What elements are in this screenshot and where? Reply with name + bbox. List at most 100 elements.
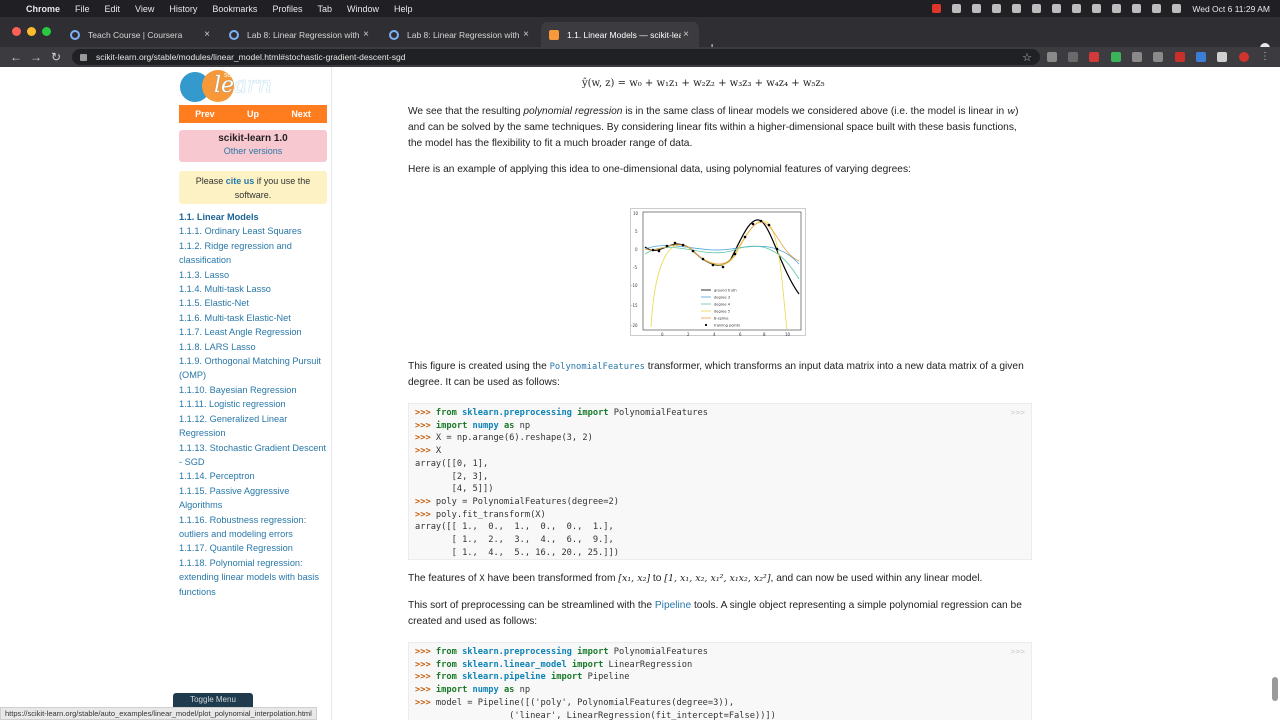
text: have been transformed from bbox=[484, 573, 619, 584]
cite-us-link[interactable]: cite us bbox=[226, 176, 255, 186]
ytick: 0 bbox=[635, 247, 638, 252]
wifi-icon[interactable] bbox=[1112, 4, 1122, 13]
battery-icon[interactable] bbox=[1092, 4, 1102, 13]
toc-item[interactable]: 1.1.3. Lasso bbox=[179, 268, 329, 282]
prev-link[interactable]: Prev bbox=[195, 109, 215, 119]
extension-icon[interactable] bbox=[1132, 52, 1142, 62]
close-tab-icon[interactable]: × bbox=[202, 29, 212, 40]
page-scrollbar[interactable] bbox=[1272, 677, 1278, 701]
address-bar[interactable]: scikit-learn.org/stable/modules/linear_m… bbox=[72, 49, 1040, 65]
toc-item[interactable]: 1.1.8. LARS Lasso bbox=[179, 340, 329, 354]
zoom-window-button[interactable] bbox=[42, 27, 51, 36]
toc-item[interactable]: 1.1.14. Perceptron bbox=[179, 469, 329, 483]
toc-item[interactable]: 1.1.2. Ridge regression and classificati… bbox=[179, 239, 329, 268]
toggle-menu-button[interactable]: Toggle Menu bbox=[173, 693, 253, 707]
next-link[interactable]: Next bbox=[291, 109, 311, 119]
extension-icon[interactable] bbox=[1153, 52, 1163, 62]
menu-tab[interactable]: Tab bbox=[317, 4, 332, 14]
close-tab-icon[interactable]: × bbox=[681, 29, 691, 40]
menu-history[interactable]: History bbox=[169, 4, 197, 14]
extension-icon[interactable] bbox=[1068, 52, 1078, 62]
polynomial-interpolation-figure[interactable]: 10 5 0 -5 -10 -15 -20 0 2 4 6 8 10 groun… bbox=[630, 208, 806, 337]
code-text: X bbox=[435, 446, 442, 457]
toc-item[interactable]: 1.1.9. Orthogonal Matching Pursuit (OMP) bbox=[179, 354, 329, 383]
menu-chrome[interactable]: Chrome bbox=[26, 4, 60, 14]
close-window-button[interactable] bbox=[12, 27, 21, 36]
sync-icon[interactable] bbox=[992, 4, 1002, 13]
minimize-window-button[interactable] bbox=[27, 27, 36, 36]
code-line: [4, 5]]) bbox=[415, 483, 1025, 496]
close-tab-icon[interactable]: × bbox=[361, 29, 371, 40]
extension-icon[interactable] bbox=[1047, 52, 1057, 62]
dropbox-icon[interactable] bbox=[1012, 4, 1022, 13]
back-icon[interactable]: ← bbox=[6, 50, 26, 64]
scikit-learn-logo[interactable]: scikit learn bbox=[180, 70, 272, 104]
tab-lab8-a[interactable]: Lab 8: Linear Regression with × bbox=[221, 22, 379, 47]
other-versions-link[interactable]: Other versions bbox=[179, 146, 327, 156]
up-link[interactable]: Up bbox=[247, 109, 259, 119]
toc-item[interactable]: 1.1.1. Ordinary Least Squares bbox=[179, 224, 329, 238]
reload-icon[interactable]: ↻ bbox=[46, 50, 66, 64]
code-prompt: >>> bbox=[415, 659, 436, 670]
polynomialfeatures-link[interactable]: PolynomialFeatures bbox=[550, 362, 645, 372]
extension-icon[interactable] bbox=[1111, 52, 1121, 62]
menu-file[interactable]: File bbox=[75, 4, 90, 14]
forward-icon[interactable]: → bbox=[26, 50, 46, 64]
tab-lab8-b[interactable]: Lab 8: Linear Regression with × bbox=[381, 22, 539, 47]
toc-item[interactable]: 1.1. Linear Models bbox=[179, 210, 329, 224]
clock-icon[interactable] bbox=[1032, 4, 1042, 13]
toc-item[interactable]: 1.1.6. Multi-task Elastic-Net bbox=[179, 311, 329, 325]
code-line: >>> from sklearn.linear_model import Lin… bbox=[415, 659, 1025, 672]
menu-bookmarks[interactable]: Bookmarks bbox=[212, 4, 257, 14]
toc-item[interactable]: 1.1.15. Passive Aggressive Algorithms bbox=[179, 484, 329, 513]
toc-item[interactable]: 1.1.16. Robustness regression: outliers … bbox=[179, 513, 329, 542]
copy-prompt-toggle[interactable]: >>> bbox=[1011, 646, 1025, 659]
toc-item[interactable]: 1.1.11. Logistic regression bbox=[179, 397, 329, 411]
profile-avatar[interactable] bbox=[1239, 52, 1249, 62]
menu-view[interactable]: View bbox=[135, 4, 154, 14]
code-block-pipeline[interactable]: >>> >>> from sklearn.preprocessing import… bbox=[408, 642, 1032, 720]
toc-item[interactable]: 1.1.18. Polynomial regression: extending… bbox=[179, 556, 329, 599]
bookmark-star-icon[interactable]: ☆ bbox=[1022, 51, 1032, 64]
code-keyword: import bbox=[577, 647, 609, 657]
tab-linear-models[interactable]: 1.1. Linear Models — scikit-lear × bbox=[541, 22, 699, 47]
screen-icon[interactable] bbox=[952, 4, 962, 13]
record-icon[interactable] bbox=[932, 4, 942, 13]
coursera-favicon-icon bbox=[229, 29, 239, 40]
close-tab-icon[interactable]: × bbox=[521, 29, 531, 40]
menu-edit[interactable]: Edit bbox=[105, 4, 121, 14]
link-status-bar: https://scikit-learn.org/stable/auto_exa… bbox=[0, 707, 317, 720]
volume-icon[interactable] bbox=[1072, 4, 1082, 13]
extension-icon[interactable] bbox=[1175, 52, 1185, 62]
pipeline-link[interactable]: Pipeline bbox=[655, 600, 691, 611]
code-prompt: >>> bbox=[415, 433, 436, 444]
toc-item[interactable]: 1.1.13. Stochastic Gradient Descent - SG… bbox=[179, 441, 329, 470]
tab-coursera[interactable]: Teach Course | Coursera × bbox=[62, 22, 220, 47]
lock-icon[interactable] bbox=[80, 53, 87, 61]
user-icon[interactable] bbox=[972, 4, 982, 13]
menu-window[interactable]: Window bbox=[347, 4, 379, 14]
toc-item[interactable]: 1.1.17. Quantile Regression bbox=[179, 541, 329, 555]
browser-menu-icon[interactable]: ⋮ bbox=[1260, 52, 1270, 62]
bluetooth-icon[interactable] bbox=[1052, 4, 1062, 13]
code-text: [ 1., 4., 5., 16., 20., 25.]]) bbox=[415, 547, 619, 558]
toc-item[interactable]: 1.1.12. Generalized Linear Regression bbox=[179, 412, 329, 441]
toc-item[interactable]: 1.1.10. Bayesian Regression bbox=[179, 383, 329, 397]
siri-icon[interactable] bbox=[1172, 4, 1182, 13]
control-center-icon[interactable] bbox=[1152, 4, 1162, 13]
toc-item[interactable]: 1.1.5. Elastic-Net bbox=[179, 296, 329, 310]
search-icon[interactable] bbox=[1132, 4, 1142, 13]
code-block-polynomialfeatures[interactable]: >>> >>> from sklearn.preprocessing import… bbox=[408, 403, 1032, 560]
toc-item[interactable]: 1.1.4. Multi-task Lasso bbox=[179, 282, 329, 296]
extension-icon[interactable] bbox=[1089, 52, 1099, 62]
extension-icon[interactable] bbox=[1196, 52, 1206, 62]
copy-prompt-toggle[interactable]: >>> bbox=[1011, 407, 1025, 420]
menu-help[interactable]: Help bbox=[394, 4, 413, 14]
version-label: scikit-learn 1.0 bbox=[218, 133, 288, 144]
puzzle-extensions-icon[interactable] bbox=[1217, 52, 1227, 62]
url-text[interactable]: scikit-learn.org/stable/modules/linear_m… bbox=[96, 52, 1022, 62]
x-ticks: 0 2 4 6 8 10 bbox=[661, 332, 791, 337]
toc-item[interactable]: 1.1.7. Least Angle Regression bbox=[179, 325, 329, 339]
menu-profiles[interactable]: Profiles bbox=[272, 4, 302, 14]
menu-clock[interactable]: Wed Oct 6 11:29 AM bbox=[1192, 4, 1270, 14]
